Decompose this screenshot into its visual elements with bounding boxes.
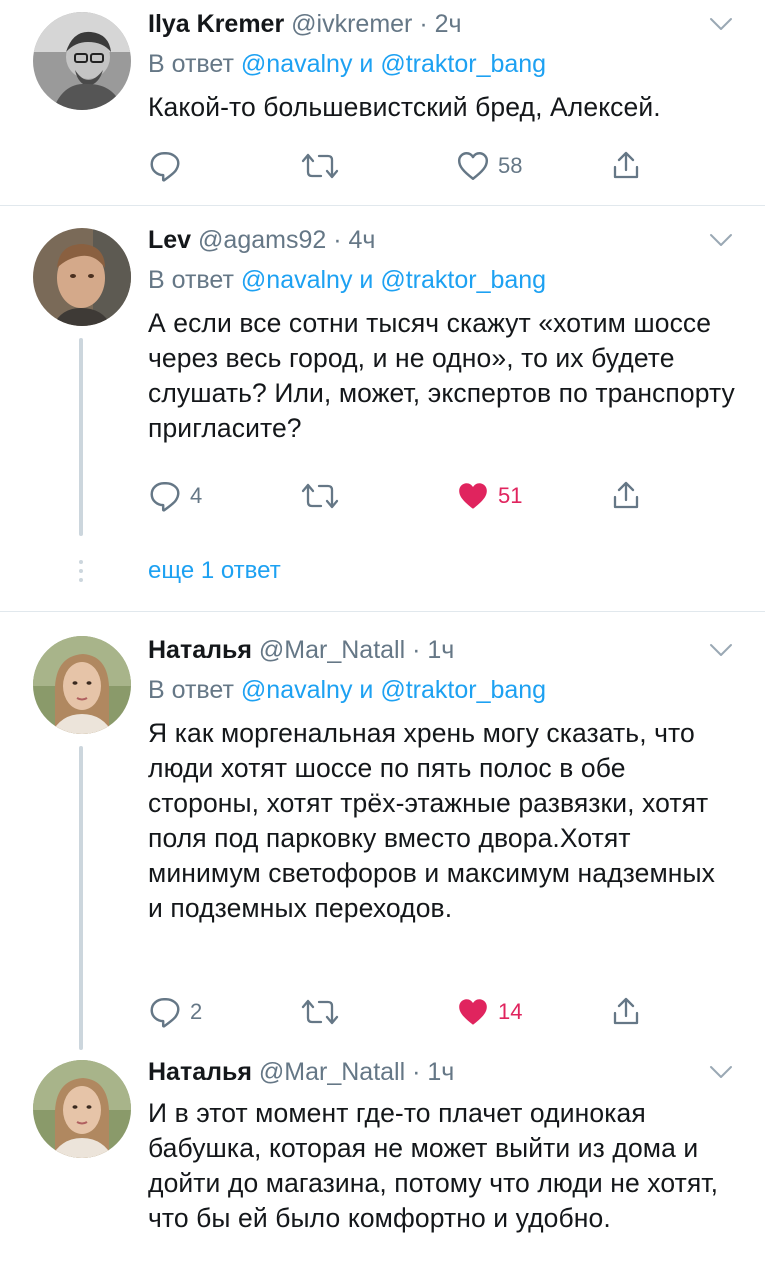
timestamp[interactable]: 1ч — [427, 1058, 454, 1086]
reply-prefix: В ответ — [148, 676, 234, 704]
chevron-down-icon[interactable] — [707, 1060, 735, 1084]
like-button[interactable]: 14 — [456, 992, 522, 1032]
tweet[interactable]: Наталья @Mar_Natall · 1ч В ответ @navaln… — [0, 612, 765, 1050]
share-button[interactable] — [610, 992, 642, 1032]
action-bar: 4 51 — [148, 476, 658, 516]
timestamp[interactable]: 4ч — [349, 226, 376, 254]
avatar[interactable] — [33, 12, 131, 110]
share-icon — [610, 149, 642, 183]
like-button[interactable]: 58 — [456, 146, 522, 186]
mention-link[interactable]: @traktor_bang — [380, 50, 546, 78]
like-icon — [456, 149, 490, 183]
chevron-down-icon[interactable] — [707, 228, 735, 252]
reply-context: В ответ @navalny и @traktor_bang — [148, 46, 735, 82]
reply-button[interactable]: 2 — [148, 992, 202, 1032]
show-more-replies-link[interactable]: еще 1 ответ — [148, 554, 281, 588]
like-count: 51 — [498, 483, 523, 508]
thread-dots — [78, 560, 84, 587]
reply-context: В ответ @navalny и @traktor_bang — [148, 262, 735, 298]
timestamp[interactable]: 1ч — [427, 636, 454, 664]
mention-link[interactable]: @traktor_bang — [380, 266, 546, 294]
author-handle[interactable]: @ivkremer — [291, 10, 412, 38]
chevron-down-icon[interactable] — [707, 638, 735, 662]
reply-icon — [148, 149, 182, 183]
action-bar: 58 — [148, 146, 658, 186]
retweet-icon — [300, 150, 340, 182]
action-bar: 2 14 — [148, 992, 658, 1032]
author-name[interactable]: Ilya Kremer — [148, 10, 284, 38]
chevron-down-icon[interactable] — [707, 12, 735, 36]
retweet-button[interactable] — [300, 992, 340, 1032]
retweet-button[interactable] — [300, 476, 340, 516]
author-handle[interactable]: @Mar_Natall — [259, 1058, 405, 1086]
retweet-button[interactable] — [300, 146, 340, 186]
tweet-text: А если все сотни тысяч скажут «хотим шос… — [148, 308, 735, 443]
tweet[interactable]: Ilya Kremer @ivkremer · 2ч В ответ @nava… — [0, 0, 765, 205]
tweet[interactable]: Наталья @Mar_Natall · 1ч И в этот момент… — [0, 1040, 765, 1280]
mention-link[interactable]: @navalny — [241, 50, 353, 78]
share-icon — [610, 995, 642, 1029]
tweet-header: Lev @agams92 · 4ч — [148, 222, 735, 258]
author-name[interactable]: Наталья — [148, 636, 252, 664]
reply-button[interactable] — [148, 146, 190, 186]
avatar[interactable] — [33, 1060, 131, 1158]
mention-and: и — [359, 266, 374, 294]
mention-link[interactable]: @traktor_bang — [380, 676, 546, 704]
avatar[interactable] — [33, 636, 131, 734]
mention-and: и — [359, 676, 374, 704]
reply-icon — [148, 479, 182, 513]
reply-context: В ответ @navalny и @traktor_bang — [148, 672, 735, 708]
tweet-header: Наталья @Mar_Natall · 1ч — [148, 632, 735, 668]
thread-line — [79, 338, 83, 536]
reply-count: 2 — [190, 999, 203, 1024]
thread-line — [79, 746, 83, 1050]
retweet-icon — [300, 996, 340, 1028]
tweet[interactable]: Lev @agams92 · 4ч В ответ @navalny и @tr… — [0, 206, 765, 611]
like-count: 58 — [498, 153, 523, 178]
separator: · — [326, 226, 349, 254]
share-icon — [610, 479, 642, 513]
retweet-icon — [300, 480, 340, 512]
like-icon — [456, 995, 490, 1029]
tweet-text: Я как моргенальная хрень могу сказать, ч… — [148, 718, 716, 923]
share-button[interactable] — [610, 146, 642, 186]
separator: · — [405, 636, 428, 664]
author-handle[interactable]: @agams92 — [198, 226, 326, 254]
separator: · — [412, 10, 435, 38]
tweet-header: Ilya Kremer @ivkremer · 2ч — [148, 6, 735, 42]
tweet-text: Какой-то большевистский бред, Алексей. — [148, 92, 661, 122]
reply-button[interactable]: 4 — [148, 476, 202, 516]
tweet-header: Наталья @Mar_Natall · 1ч — [148, 1054, 735, 1090]
like-button[interactable]: 51 — [456, 476, 522, 516]
reply-prefix: В ответ — [148, 266, 234, 294]
like-count: 14 — [498, 999, 523, 1024]
like-icon — [456, 479, 490, 513]
tweet-text: И в этот момент где-то плачет одинокая б… — [148, 1098, 719, 1233]
mention-link[interactable]: @navalny — [241, 266, 353, 294]
mention-and: и — [359, 50, 374, 78]
reply-count: 4 — [190, 483, 203, 508]
timestamp[interactable]: 2ч — [435, 10, 462, 38]
author-handle[interactable]: @Mar_Natall — [259, 636, 405, 664]
author-name[interactable]: Lev — [148, 226, 191, 254]
mention-link[interactable]: @navalny — [241, 676, 353, 704]
reply-icon — [148, 995, 182, 1029]
reply-prefix: В ответ — [148, 50, 234, 78]
share-button[interactable] — [610, 476, 642, 516]
avatar[interactable] — [33, 228, 131, 326]
author-name[interactable]: Наталья — [148, 1058, 252, 1086]
separator: · — [405, 1058, 428, 1086]
